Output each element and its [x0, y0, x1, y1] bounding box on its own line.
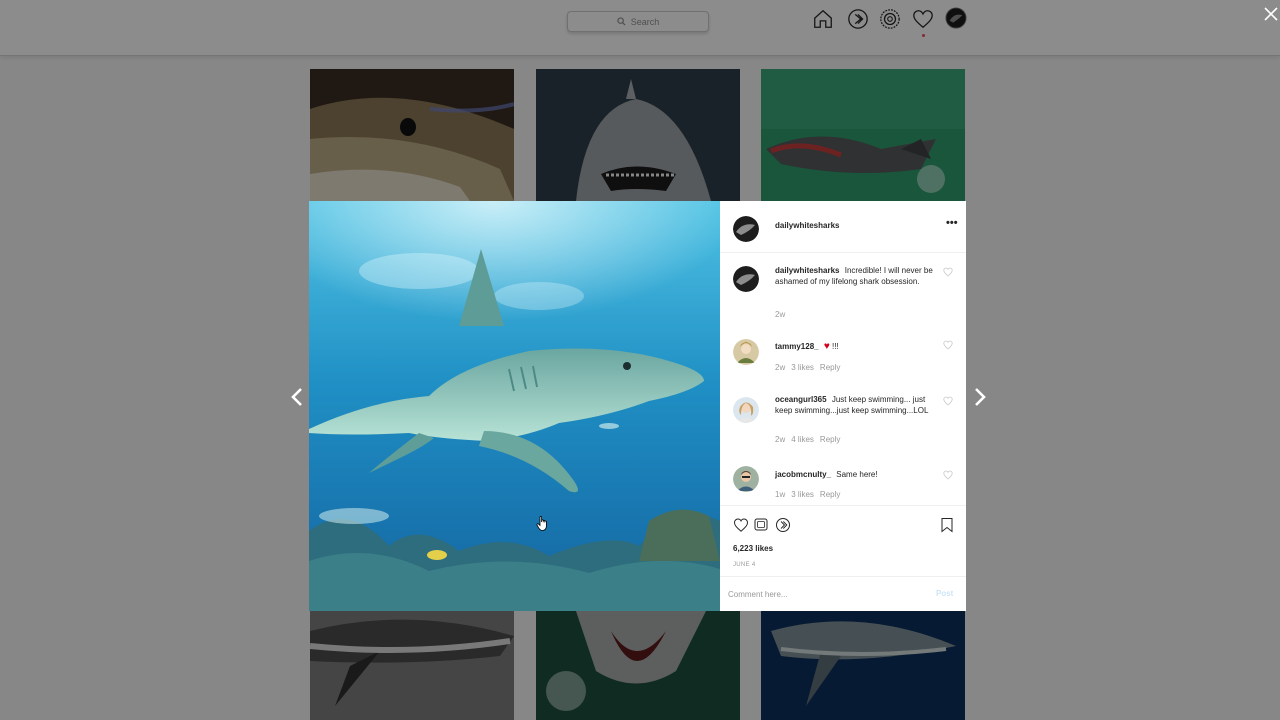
- comment-like-icon[interactable]: [943, 396, 953, 406]
- more-options-icon[interactable]: •••: [946, 218, 960, 229]
- comment-like-icon[interactable]: [943, 340, 953, 350]
- post-details-panel: dailywhitesharks ••• dailywhitesharks In…: [720, 201, 966, 611]
- like-heart-icon[interactable]: [733, 517, 749, 533]
- hand-cursor-icon: [536, 516, 547, 531]
- comment-meta: 2w 3 likes Reply: [775, 363, 840, 372]
- reply-button[interactable]: Reply: [820, 363, 840, 372]
- comment-time: 2w: [775, 363, 786, 372]
- close-icon[interactable]: [1262, 5, 1280, 23]
- comment-username[interactable]: oceangurl365: [775, 395, 827, 404]
- comment-username[interactable]: dailywhitesharks: [775, 266, 839, 275]
- comment-body: tammy128_ ♥ !!!: [775, 341, 935, 353]
- commenter-avatar[interactable]: [733, 397, 759, 423]
- comments-list: dailywhitesharks Incredible! I will neve…: [720, 253, 966, 505]
- bookmark-icon[interactable]: [939, 517, 955, 533]
- comment-time: 2w: [775, 435, 786, 444]
- commenter-avatar[interactable]: [733, 466, 759, 492]
- comment-username[interactable]: tammy128_: [775, 342, 819, 351]
- comment-like-icon[interactable]: [943, 470, 953, 480]
- post-comment-button[interactable]: Post: [936, 589, 953, 598]
- post-photo[interactable]: [309, 201, 720, 611]
- commenter-avatar[interactable]: [733, 266, 759, 292]
- comment-body: jacobmcnulty_ Same here!: [775, 470, 935, 481]
- author-username[interactable]: dailywhitesharks: [775, 221, 839, 230]
- comment-body: oceangurl365 Just keep swimming... just …: [775, 395, 935, 416]
- comment-like-count[interactable]: 4 likes: [791, 435, 814, 444]
- comment-meta: 1w 3 likes Reply: [775, 490, 840, 499]
- comment-text: Same here!: [836, 470, 878, 479]
- post-date: JUNE 4: [733, 562, 756, 568]
- post-actions: 6,223 likes JUNE 4: [720, 505, 966, 576]
- comment-like-count[interactable]: 3 likes: [791, 490, 814, 499]
- reply-button[interactable]: Reply: [820, 435, 840, 444]
- chevron-left-icon[interactable]: [289, 387, 305, 407]
- reply-button[interactable]: Reply: [820, 490, 840, 499]
- chevron-right-icon[interactable]: [972, 387, 988, 407]
- red-heart-emoji: ♥: [823, 341, 830, 352]
- add-comment-row: Post: [720, 576, 966, 611]
- comment-body: dailywhitesharks Incredible! I will neve…: [775, 266, 935, 287]
- comment-like-icon[interactable]: [943, 267, 953, 277]
- author-avatar[interactable]: [733, 216, 759, 242]
- like-count[interactable]: 6,223 likes: [733, 544, 773, 553]
- comment-time: 1w: [775, 490, 786, 499]
- comment-meta: 2w 4 likes Reply: [775, 435, 840, 444]
- commenter-avatar[interactable]: [733, 339, 759, 365]
- comment-time: 2w: [775, 310, 786, 319]
- comment-like-count[interactable]: 3 likes: [791, 363, 814, 372]
- comment-text: !!!: [832, 342, 839, 351]
- comment-username[interactable]: jacobmcnulty_: [775, 470, 831, 479]
- share-icon[interactable]: [775, 517, 791, 533]
- comment-meta: 2w: [775, 310, 785, 319]
- comment-icon[interactable]: [753, 517, 769, 533]
- post-header: dailywhitesharks •••: [720, 201, 966, 253]
- comment-input[interactable]: [728, 586, 918, 602]
